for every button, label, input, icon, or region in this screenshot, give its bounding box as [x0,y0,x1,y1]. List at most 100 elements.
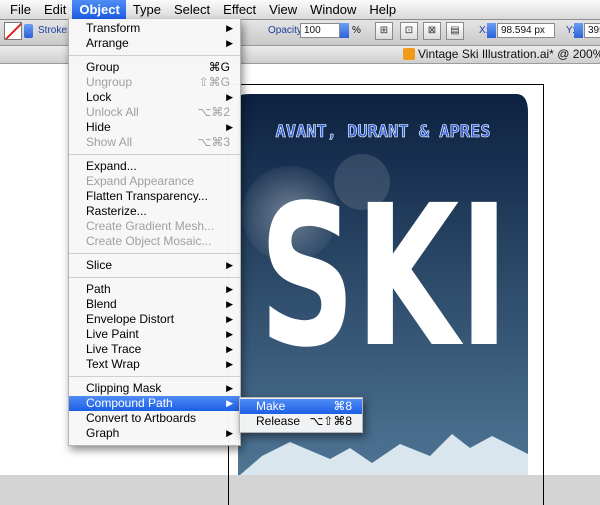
isolate-group-icon[interactable]: ▤ [446,22,464,40]
menu-separator [69,277,240,278]
menu-item-show-all: Show All ⌥⌘3 [69,135,240,150]
menu-item-label: Create Gradient Mesh... [86,219,215,233]
opacity-unit: % [352,25,361,36]
align-icon[interactable]: ⊡ [400,22,418,40]
menu-object[interactable]: Object [72,0,126,19]
menu-item-shortcut: ⌥⌘2 [197,105,230,119]
menu-item-envelope-distort[interactable]: Envelope Distort ▶ [69,312,240,327]
menu-item-rasterize[interactable]: Rasterize... [69,204,240,219]
document-tab[interactable]: Vintage Ski Illustration.ai* @ 200% [403,46,600,63]
menu-item-label: Hide [86,120,111,134]
menu-item-label: Ungroup [86,75,133,89]
opacity-dropdown-button[interactable] [340,23,349,38]
y-input[interactable]: 395.20 [584,23,600,38]
menu-item-arrange[interactable]: Arrange ▶ [69,36,240,51]
menu-item-label: Path [86,282,111,296]
menu-item-label: Show All [86,135,133,149]
menu-item-label: Make [256,399,286,413]
menu-item-label: Live Trace [86,342,142,356]
submenu-arrow-icon: ▶ [226,92,233,102]
menu-item-label: Release [256,414,301,428]
submenu-arrow-icon: ▶ [226,23,233,33]
submenu-arrow-icon: ▶ [226,344,233,354]
menu-item-create-gradient-mesh: Create Gradient Mesh... [69,219,240,234]
menu-item-blend[interactable]: Blend ▶ [69,297,240,312]
transform-icon[interactable]: ⊠ [423,22,441,40]
menu-item-create-object-mosaic: Create Object Mosaic... [69,234,240,249]
menu-item-label: Lock [86,90,112,104]
menu-item-label: Graph [86,426,120,440]
menu-item-label: Expand... [86,159,137,173]
submenu-arrow-icon: ▶ [226,38,233,48]
menu-item-expand[interactable]: Expand... [69,159,240,174]
menu-item-flatten-transparency[interactable]: Flatten Transparency... [69,189,240,204]
submenu-arrow-icon: ▶ [226,299,233,309]
poster-headline: SKI [259,163,509,390]
recolor-artwork-icon[interactable]: ⊞ [375,22,393,40]
menu-item-label: Expand Appearance [86,174,195,188]
submenu-arrow-icon: ▶ [226,314,233,324]
menu-separator [69,253,240,254]
submenu-arrow-icon: ▶ [226,428,233,438]
menu-item-slice[interactable]: Slice ▶ [69,258,240,273]
menu-select[interactable]: Select [167,0,216,19]
menu-item-graph[interactable]: Graph ▶ [69,426,240,441]
menu-item-hide[interactable]: Hide ▶ [69,120,240,135]
menu-item-shortcut: ⌘8 [333,399,352,413]
menu-item-unlock-all: Unlock All ⌥⌘2 [69,105,240,120]
submenu-item-make[interactable]: Make ⌘8 [240,399,362,414]
menu-item-ungroup: Ungroup ⇧⌘G [69,75,240,90]
menu-view[interactable]: View [262,0,303,19]
poster-tagline: AVANT, DURANT & APRES [276,122,491,142]
menu-item-text-wrap[interactable]: Text Wrap ▶ [69,357,240,372]
object-menu-dropdown: Transform ▶ Arrange ▶ Group ⌘G Ungroup ⇧⌘G Lock ▶… [68,19,241,446]
menu-item-label: Transform [86,21,141,35]
menu-item-label: Envelope Distort [86,312,175,326]
menu-item-shortcut: ⌥⌘3 [197,135,230,149]
opacity-input[interactable]: 100 [300,23,340,38]
menu-help[interactable]: Help [362,0,402,19]
submenu-arrow-icon: ▶ [226,329,233,339]
submenu-item-release[interactable]: Release ⌥⇧⌘8 [240,414,362,429]
menu-item-transform[interactable]: Transform ▶ [69,21,240,36]
menu-item-clipping-mask[interactable]: Clipping Mask ▶ [69,381,240,396]
menu-separator [69,154,240,155]
menu-item-live-paint[interactable]: Live Paint ▶ [69,327,240,342]
menu-item-group[interactable]: Group ⌘G [69,60,240,75]
compound-path-submenu: Make ⌘8 Release ⌥⇧⌘8 [239,397,363,433]
menu-item-shortcut: ⇧⌘G [198,75,230,89]
submenu-arrow-icon: ▶ [226,122,233,132]
menu-item-label: Slice [86,258,113,272]
menu-item-convert-to-artboards[interactable]: Convert to Artboards [69,411,240,426]
submenu-arrow-icon: ▶ [226,398,233,408]
document-tab-title: Vintage Ski Illustration.ai* @ 200% [418,47,600,61]
stroke-none-swatch[interactable] [4,22,22,40]
menu-item-label: Compound Path [86,396,173,410]
menu-file[interactable]: File [3,0,37,19]
submenu-arrow-icon: ▶ [226,359,233,369]
ai-file-icon [403,48,415,60]
menu-separator [69,376,240,377]
menu-window[interactable]: Window [303,0,362,19]
menu-item-label: Live Paint [86,327,139,341]
menu-item-label: Clipping Mask [86,381,162,395]
menu-effect[interactable]: Effect [216,0,262,19]
menu-item-label: Group [86,60,120,74]
y-stepper[interactable] [574,23,583,38]
stroke-label: Stroke: [38,25,70,36]
menu-item-lock[interactable]: Lock ▶ [69,90,240,105]
menu-item-label: Create Object Mosaic... [86,234,212,248]
menu-item-shortcut: ⌥⇧⌘8 [309,414,352,428]
x-stepper[interactable] [487,23,496,38]
menu-item-live-trace[interactable]: Live Trace ▶ [69,342,240,357]
menu-edit[interactable]: Edit [37,0,72,19]
menu-type[interactable]: Type [126,0,167,19]
submenu-arrow-icon: ▶ [226,383,233,393]
menu-item-label: Blend [86,297,117,311]
stroke-dropdown-button[interactable] [24,24,33,38]
menu-item-path[interactable]: Path ▶ [69,282,240,297]
x-input[interactable]: 98.594 px [497,23,555,38]
menu-item-compound-path[interactable]: Compound Path ▶ [69,396,240,411]
menu-item-label: Unlock All [86,105,139,119]
menu-item-label: Arrange [86,36,129,50]
